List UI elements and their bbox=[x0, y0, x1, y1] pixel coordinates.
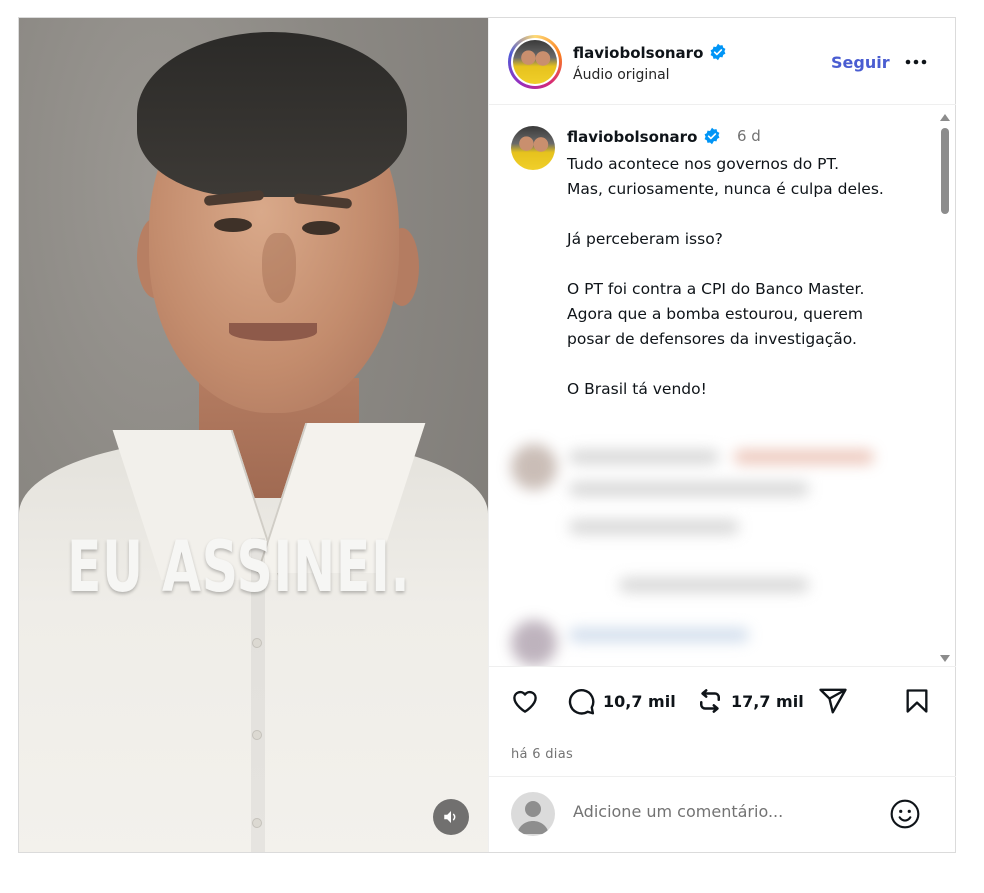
verified-icon bbox=[710, 43, 726, 61]
shirt-button bbox=[252, 638, 262, 648]
share-button[interactable] bbox=[817, 685, 849, 717]
post-header: flaviobolsonaro Áudio original Seguir bbox=[489, 18, 956, 105]
repost-button[interactable]: 17,7 mil bbox=[695, 685, 804, 717]
follow-button[interactable]: Seguir bbox=[831, 53, 890, 72]
like-button[interactable] bbox=[509, 685, 541, 717]
blurred-avatar bbox=[511, 620, 557, 666]
reposts-count: 17,7 mil bbox=[731, 691, 804, 711]
comment-composer bbox=[489, 776, 956, 852]
emoji-icon[interactable] bbox=[889, 798, 921, 830]
verified-icon bbox=[704, 127, 720, 145]
more-icon[interactable] bbox=[905, 57, 927, 67]
blurred-line bbox=[619, 578, 809, 592]
comments-count: 10,7 mil bbox=[603, 691, 676, 711]
avatar-image bbox=[513, 40, 557, 84]
author-username[interactable]: flaviobolsonaro bbox=[573, 43, 727, 62]
comments-scrollbar[interactable] bbox=[938, 114, 952, 662]
blurred-line bbox=[734, 450, 874, 464]
share-icon bbox=[819, 688, 847, 714]
instagram-post: EU ASSINEI. flaviobolsonaro Áudio origin… bbox=[18, 17, 956, 853]
heart-icon bbox=[513, 690, 537, 713]
video-mouth bbox=[229, 323, 317, 341]
blurred-line bbox=[569, 450, 719, 464]
caption-author-avatar[interactable] bbox=[511, 126, 555, 170]
current-user-avatar bbox=[511, 792, 555, 836]
shirt-button bbox=[252, 730, 262, 740]
volume-icon bbox=[444, 811, 456, 823]
scroll-down-arrow[interactable] bbox=[940, 655, 950, 662]
blurred-avatar bbox=[511, 444, 557, 490]
comment-icon bbox=[568, 689, 595, 715]
comment-button[interactable]: 10,7 mil bbox=[565, 685, 676, 717]
repost-icon bbox=[700, 689, 720, 713]
audio-toggle-button[interactable] bbox=[433, 799, 469, 835]
blurred-comments bbox=[509, 438, 939, 666]
blurred-line bbox=[569, 628, 749, 642]
scroll-up-arrow[interactable] bbox=[940, 114, 950, 121]
video-hair bbox=[137, 32, 407, 197]
video-eye-right bbox=[302, 221, 340, 235]
post-side-panel: flaviobolsonaro Áudio original Seguir fl… bbox=[488, 18, 956, 852]
video-nose bbox=[262, 233, 296, 303]
post-video[interactable]: EU ASSINEI. bbox=[19, 18, 488, 852]
shirt-button bbox=[252, 818, 262, 828]
comments-section: flaviobolsonaro 6 d Tudo acontece nos go… bbox=[489, 106, 956, 666]
author-avatar[interactable] bbox=[508, 35, 562, 89]
audio-label[interactable]: Áudio original bbox=[573, 67, 670, 83]
save-button[interactable] bbox=[903, 685, 931, 717]
blurred-line bbox=[569, 520, 739, 534]
post-caption: Tudo acontece nos governos do PT. Mas, c… bbox=[567, 155, 884, 398]
video-overlay-text: EU ASSINEI. bbox=[67, 526, 411, 608]
posted-time[interactable]: há 6 dias bbox=[511, 747, 573, 762]
video-eye-left bbox=[214, 218, 252, 232]
default-avatar-icon bbox=[517, 801, 549, 834]
blurred-line bbox=[569, 482, 809, 496]
action-bar: 10,7 mil 17,7 mil há 6 dias bbox=[489, 666, 956, 776]
caption-username[interactable]: flaviobolsonaro bbox=[567, 127, 721, 146]
bookmark-icon bbox=[906, 689, 928, 713]
caption-timestamp[interactable]: 6 d bbox=[737, 127, 761, 145]
comment-input[interactable] bbox=[573, 802, 873, 821]
scrollbar-thumb[interactable] bbox=[941, 128, 949, 214]
